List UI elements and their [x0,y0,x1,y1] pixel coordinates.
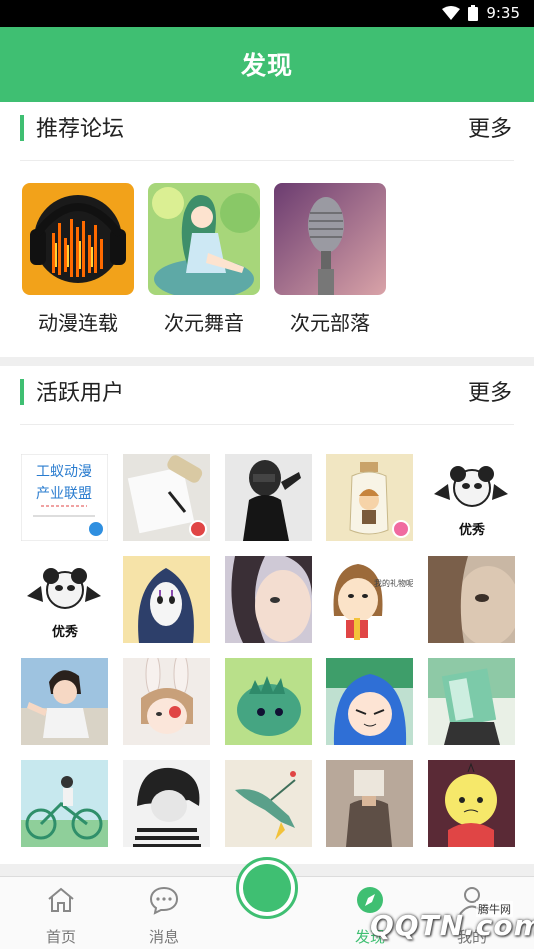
card-text: 工蚁动漫 [36,464,92,480]
user-avatar[interactable]: 优秀 [21,556,108,643]
user-avatar[interactable]: 工蚁动漫 产业联盟 [21,454,108,541]
status-time: 9:35 [486,4,520,22]
forum-thumbnail-headphones [22,183,134,295]
section-accent-bar [20,115,24,141]
user-avatar[interactable] [123,556,210,643]
forum-label: 次元部落 [290,311,370,335]
forum-card-dimension-dance[interactable]: 次元舞音 [148,183,260,336]
wifi-icon [442,6,461,20]
user-avatar[interactable]: 我的礼物呢？ [326,556,413,643]
more-users-link[interactable]: 更多 [468,375,512,407]
user-avatar[interactable] [326,454,413,541]
tab-messages[interactable]: 消息 [124,877,204,949]
divider [20,424,514,425]
watermark: QQTN.com 腾牛网 [326,893,534,949]
user-avatar[interactable] [428,556,515,643]
tab-home[interactable]: 首页 [21,877,101,949]
pink-badge-icon [392,520,410,538]
page-title: 发现 [240,51,293,80]
center-action-button[interactable] [236,857,298,919]
user-avatar[interactable] [225,556,312,643]
user-avatar[interactable] [225,658,312,745]
active-users-section: 活跃用户 更多 工蚁动漫 产业联盟 优秀 优秀 我的礼物呢 [0,366,534,864]
user-avatar[interactable] [123,454,210,541]
user-avatar[interactable] [123,658,210,745]
tab-label: 消息 [148,928,179,946]
user-avatar[interactable] [21,760,108,847]
chat-bubble-icon [149,886,179,915]
user-avatar[interactable] [225,760,312,847]
section-title: 活跃用户 [36,381,125,406]
speech-text: 我的礼物呢？ [374,578,413,588]
user-avatar[interactable] [225,454,312,541]
forum-label: 动漫连载 [38,311,118,335]
user-avatar[interactable] [428,658,515,745]
user-avatar[interactable] [326,760,413,847]
section-title: 推荐论坛 [36,117,125,142]
user-avatar[interactable] [21,658,108,745]
forum-card-dimension-tribe[interactable]: 次元部落 [274,183,386,336]
user-avatar[interactable] [326,658,413,745]
section-header: 活跃用户 更多 [0,366,534,424]
forum-thumbnail-anime-girl [148,183,260,295]
user-avatar[interactable]: 优秀 [428,454,515,541]
red-badge-icon [189,520,207,538]
battery-icon [468,5,479,21]
divider [20,160,514,161]
forum-list: 动漫连载 次元舞音 次元部落 [0,183,534,343]
watermark-small-text: 腾牛网 [476,901,513,917]
section-accent-bar [20,379,24,405]
center-action-circle [243,864,291,912]
home-icon [48,887,74,912]
app-bar: 发现 [0,27,534,102]
user-avatar[interactable] [123,760,210,847]
caption-text: 优秀 [52,624,79,640]
status-bar: 9:35 [0,0,534,27]
forum-thumbnail-microphone [274,183,386,295]
recommended-forums-section: 推荐论坛 更多 动漫连载 次元舞音 次元部落 [0,102,534,357]
section-header: 推荐论坛 更多 [0,102,534,160]
forum-card-anime-serial[interactable]: 动漫连载 [22,183,134,336]
user-avatar[interactable] [428,760,515,847]
caption-text: 优秀 [459,522,486,538]
verified-badge-icon [87,520,105,538]
more-forums-link[interactable]: 更多 [468,111,512,143]
forum-label: 次元舞音 [164,311,244,335]
tab-label: 首页 [45,928,76,946]
card-text: 产业联盟 [36,486,92,502]
